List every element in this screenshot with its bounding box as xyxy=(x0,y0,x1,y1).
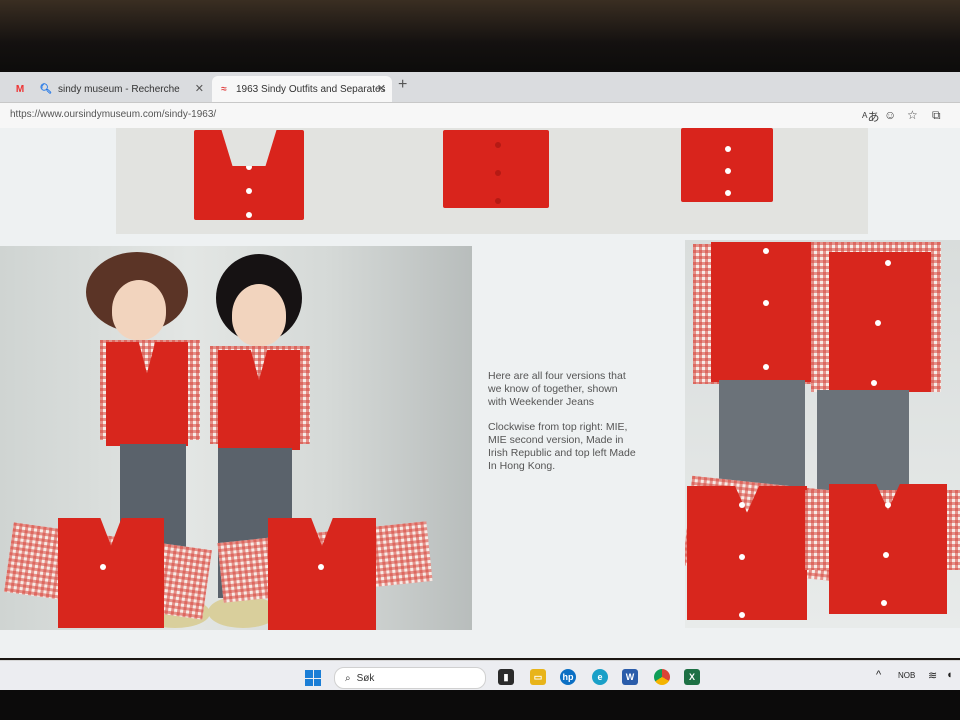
taskbar-search-label: Søk xyxy=(356,672,375,684)
taskbar-search[interactable]: ⌕ Søk xyxy=(334,667,486,689)
taskview-icon[interactable]: ▮ xyxy=(498,669,514,685)
edge-icon[interactable]: e xyxy=(592,669,608,685)
dolls-with-outfits-photo xyxy=(0,246,472,630)
monitor-bezel-top xyxy=(0,0,960,72)
chevron-up-icon[interactable]: ^ xyxy=(876,669,881,681)
hp-icon[interactable]: hp xyxy=(560,669,576,685)
search-icon: ⌕ xyxy=(345,672,351,684)
address-bar: https://www.oursindymuseum.com/sindy-196… xyxy=(0,103,960,129)
gmail-icon: M xyxy=(15,83,25,95)
close-tab-icon[interactable]: ✕ xyxy=(195,82,204,95)
favorite-star-icon[interactable]: ☆ xyxy=(907,108,918,122)
site-icon: ≈ xyxy=(221,83,227,95)
collections-icon[interactable]: ⧉ xyxy=(932,108,941,123)
windows-start-icon[interactable] xyxy=(305,670,321,686)
new-tab-icon[interactable]: + xyxy=(398,76,407,94)
red-vest-image xyxy=(194,130,304,220)
translate-icon[interactable]: ᴬあ xyxy=(862,108,879,125)
file-explorer-icon[interactable]: ▭ xyxy=(530,669,546,685)
red-vest-image xyxy=(443,130,549,208)
tab-label: 1963 Sindy Outfits and Separates xyxy=(236,83,386,95)
close-tab-icon[interactable]: ✕ xyxy=(377,82,386,95)
monitor-bezel-bottom xyxy=(0,690,960,720)
url-field[interactable]: https://www.oursindymuseum.com/sindy-196… xyxy=(10,109,216,120)
extensions-icon[interactable]: ☺ xyxy=(884,108,896,122)
excel-icon[interactable]: X xyxy=(684,669,700,685)
four-versions-photo xyxy=(685,240,960,628)
red-vest-image xyxy=(681,128,773,202)
volume-icon[interactable]: ◖ xyxy=(946,669,953,681)
vests-photo-strip xyxy=(116,128,868,234)
tab-sindy-1963[interactable]: ≈ 1963 Sindy Outfits and Separates ✕ xyxy=(212,76,392,102)
caption-paragraph: Clockwise from top right: MIE, MIE secon… xyxy=(488,421,636,472)
windows-taskbar: ⌕ Søk ▮ ▭ hp e W X ^ NOB ≋ ◖ xyxy=(0,660,960,693)
keyboard-language[interactable]: NOB xyxy=(898,671,915,680)
web-page: Here are all four versions that we know … xyxy=(0,128,960,658)
tab-label: sindy museum - Recherche xyxy=(58,83,180,95)
chrome-icon[interactable] xyxy=(654,669,670,685)
search-icon: 🔍︎ xyxy=(40,83,53,95)
photo-caption: Here are all four versions that we know … xyxy=(488,370,638,485)
tab-sindy-search[interactable]: 🔍︎ sindy museum - Recherche ✕ xyxy=(40,76,210,102)
word-icon[interactable]: W xyxy=(622,669,638,685)
tab-gmail[interactable]: M xyxy=(0,76,40,102)
wifi-icon[interactable]: ≋ xyxy=(928,669,937,682)
caption-paragraph: Here are all four versions that we know … xyxy=(488,370,626,408)
browser-tab-bar: M 🔍︎ sindy museum - Recherche ✕ ≈ 1963 S… xyxy=(0,72,960,103)
